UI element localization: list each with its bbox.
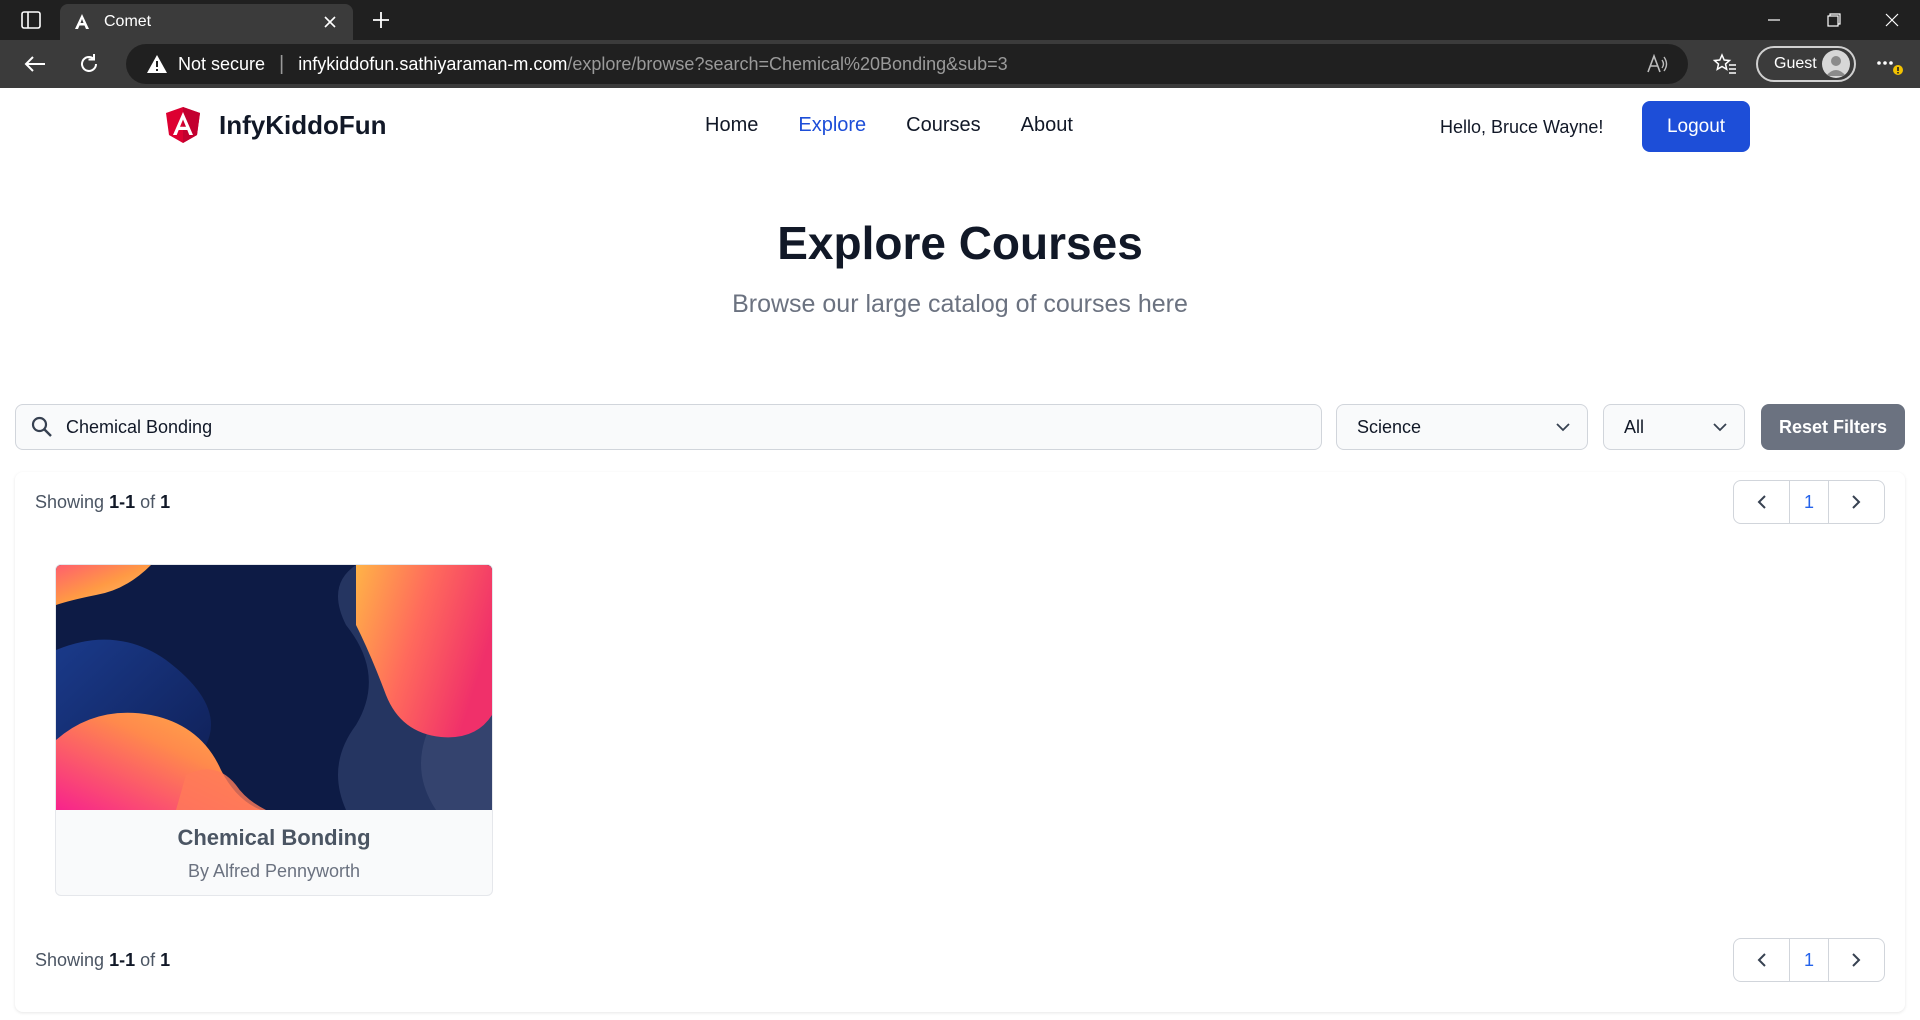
address-separator: | (279, 52, 285, 75)
course-title[interactable]: Chemical Bonding (56, 825, 492, 851)
showing-label: Showing (35, 492, 105, 512)
level-select-value: All (1624, 416, 1645, 437)
subject-select-value: Science (1357, 416, 1422, 437)
chevron-right-icon[interactable] (1829, 939, 1884, 981)
chevron-left-icon[interactable] (1734, 481, 1789, 523)
tab-actions-icon[interactable] (16, 8, 46, 32)
nav-about[interactable]: About (1021, 114, 1073, 137)
page-title: Explore Courses (777, 217, 1143, 269)
url-path[interactable]: /explore/browse?search=Chemical%20Bondin… (567, 54, 1007, 75)
new-tab-icon[interactable] (366, 6, 396, 34)
chevron-down-icon (1713, 423, 1727, 432)
brand[interactable]: InfyKiddoFun (165, 106, 387, 144)
filter-bar: Science All Reset Filters (15, 404, 1905, 450)
results-summary-top: Showing 1-1 of 1 (35, 492, 170, 513)
nav-links: Home Explore Courses About (705, 114, 1113, 137)
profile-button[interactable]: Guest (1756, 46, 1856, 82)
of-label: of (140, 492, 156, 512)
user-avatar-icon (1822, 50, 1850, 78)
course-author: By Alfred Pennyworth (187, 861, 361, 881)
pagination-bottom: 1 (1733, 938, 1885, 982)
results-panel: Showing 1-1 of 1 1 Chemical Bonding By A… (15, 472, 1905, 1012)
course-thumbnail (56, 565, 492, 810)
url-host[interactable]: infykiddofun.sathiyaraman-m.com (298, 54, 567, 75)
page-number-button[interactable]: 1 (1789, 939, 1829, 981)
nav-courses[interactable]: Courses (906, 114, 980, 137)
results-total: 1 (160, 950, 171, 970)
favorites-icon[interactable] (1708, 48, 1742, 80)
minimize-icon[interactable] (1746, 0, 1802, 40)
results-summary-bottom: Showing 1-1 of 1 (35, 950, 170, 971)
security-label[interactable]: Not secure (178, 54, 265, 75)
read-aloud-icon[interactable] (1644, 52, 1670, 76)
web-page: InfyKiddoFun Home Explore Courses About … (0, 88, 1920, 1020)
page-subtitle: Browse our large catalog of courses here (732, 290, 1188, 318)
results-range: 1-1 (109, 492, 136, 512)
profile-label: Guest (1774, 55, 1817, 72)
chevron-right-icon[interactable] (1829, 481, 1884, 523)
course-card[interactable]: Chemical Bonding By Alfred Pennyworth (55, 564, 493, 896)
more-options-icon[interactable] (1870, 48, 1910, 80)
brand-name: InfyKiddoFun (219, 109, 387, 140)
showing-label: Showing (35, 950, 105, 970)
address-bar[interactable]: Not secure | infykiddofun.sathiyaraman-m… (126, 44, 1688, 84)
angular-logo-icon (166, 107, 200, 143)
reload-icon[interactable] (72, 48, 106, 80)
page-number-button[interactable]: 1 (1789, 481, 1829, 523)
results-total: 1 (160, 492, 171, 512)
close-window-icon[interactable] (1864, 0, 1920, 40)
reset-filters-button[interactable]: Reset Filters (1761, 404, 1905, 450)
restore-icon[interactable] (1806, 0, 1862, 40)
browser-toolbar: Not secure | infykiddofun.sathiyaraman-m… (0, 40, 1920, 88)
site-navbar: InfyKiddoFun Home Explore Courses About … (0, 88, 1920, 166)
chevron-left-icon[interactable] (1734, 939, 1789, 981)
user-greeting: Hello, Bruce Wayne! (1440, 117, 1604, 137)
search-box[interactable] (15, 404, 1322, 450)
search-input[interactable] (66, 416, 1266, 438)
pagination-top: 1 (1733, 480, 1885, 524)
browser-tab-active[interactable]: Comet (60, 4, 353, 40)
tab-title: Comet (104, 13, 152, 30)
nav-explore[interactable]: Explore (798, 114, 866, 137)
level-select[interactable]: All (1603, 404, 1745, 450)
browser-tabstrip: Comet (0, 0, 1920, 40)
warning-icon[interactable] (146, 53, 168, 75)
angular-favicon-icon (72, 12, 92, 32)
subject-select[interactable]: Science (1336, 404, 1588, 450)
of-label: of (140, 950, 156, 970)
logout-button[interactable]: Logout (1642, 101, 1750, 152)
back-arrow-icon[interactable] (18, 48, 52, 80)
results-range: 1-1 (109, 950, 136, 970)
nav-home[interactable]: Home (705, 114, 758, 137)
chevron-down-icon (1556, 423, 1570, 432)
close-tab-icon[interactable] (319, 11, 341, 33)
search-icon (30, 415, 54, 439)
